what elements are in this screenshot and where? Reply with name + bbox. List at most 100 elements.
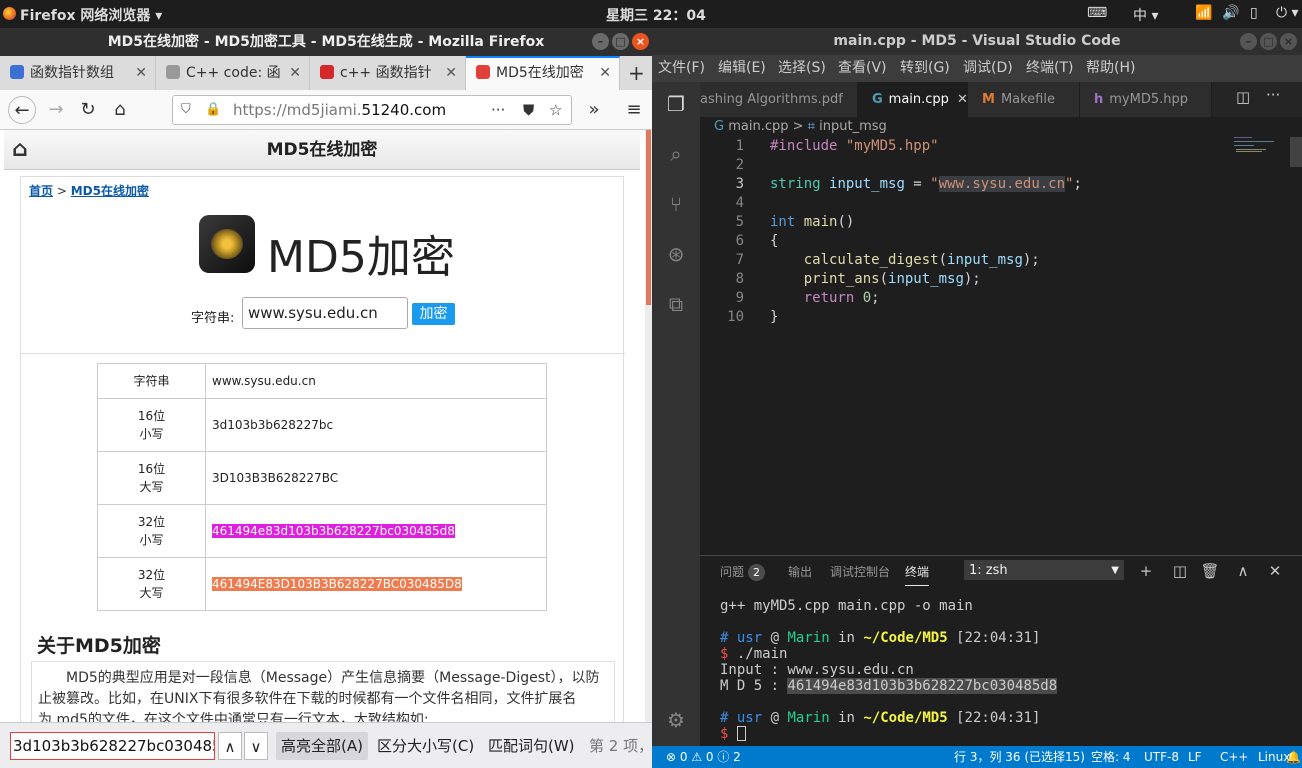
page-actions-icon[interactable]: ··· — [491, 96, 505, 124]
menu-selection[interactable]: 选择(S) — [778, 55, 826, 82]
close-tab-icon[interactable]: ✕ — [445, 56, 457, 90]
notification-bell-icon[interactable]: 🔔 — [1286, 746, 1301, 768]
match-case-toggle[interactable]: 区分大小写(C) — [377, 732, 474, 760]
cursor-position[interactable]: 行 3，列 36 (已选择15) — [954, 746, 1085, 768]
menu-view[interactable]: 查看(V) — [838, 55, 887, 82]
problems-status[interactable]: ⊗ 0 ⚠ 0 ⓘ 2 — [666, 746, 741, 768]
new-tab-button[interactable]: + — [620, 56, 652, 90]
code-line[interactable]: calculate_digest(input_msg); — [770, 251, 1040, 270]
eol-status[interactable]: LF — [1188, 746, 1202, 768]
page-scrollbar-thumb[interactable] — [646, 130, 651, 305]
tab-output[interactable]: 输出 — [788, 556, 812, 588]
overflow-chevron-icon[interactable]: » — [580, 96, 608, 124]
menu-goto[interactable]: 转到(G) — [900, 55, 950, 82]
bookmark-star-icon[interactable]: ☆ — [549, 96, 562, 124]
new-terminal-icon[interactable]: + — [1136, 560, 1156, 582]
value-text[interactable]: 3d103b3b628227bc — [212, 418, 333, 432]
keyboard-icon[interactable]: ⌨ — [1087, 5, 1107, 21]
terminal-select[interactable]: 1: zsh ▼ — [964, 560, 1124, 580]
reload-button[interactable]: ↻ — [74, 96, 102, 124]
find-previous-icon[interactable]: ∧ — [218, 732, 242, 760]
close-panel-icon[interactable]: ✕ — [1265, 560, 1285, 582]
wifi-icon[interactable]: 📶 — [1195, 5, 1212, 21]
maximize-panel-icon[interactable]: ∧ — [1233, 560, 1253, 582]
tab-cpp-code[interactable]: C++ code: 函 ✕ — [156, 56, 310, 90]
tracking-shield-icon[interactable]: ⛉ — [181, 96, 191, 124]
maximize-button[interactable]: □ — [1260, 33, 1277, 50]
tab-cpp-function-pointer[interactable]: c++ 函数指针 ✕ — [310, 56, 466, 90]
hamburger-menu-icon[interactable]: ≡ — [620, 96, 648, 124]
explorer-icon[interactable]: ❐ — [664, 92, 688, 116]
code-line[interactable]: #include "myMD5.hpp" — [770, 137, 939, 156]
lock-icon[interactable]: 🔒 — [205, 96, 221, 124]
find-input[interactable]: 3d103b3b628227bc030485d8 — [10, 732, 215, 760]
close-tab-icon[interactable]: ✕ — [957, 92, 967, 107]
value-text[interactable]: www.sysu.edu.cn — [212, 374, 316, 388]
url-bar[interactable]: ⛉ 🔒 https://md5jiami.51240.com ··· ⛊ ☆ — [172, 95, 572, 125]
home-button[interactable]: ⌂ — [106, 96, 134, 124]
code-line[interactable]: } — [770, 308, 778, 327]
tab-terminal[interactable]: 终端 — [905, 556, 930, 586]
tab-mymd5-hpp[interactable]: h myMD5.hpp — [1080, 82, 1212, 117]
whole-words-toggle[interactable]: 匹配词句(W) — [488, 732, 575, 760]
tab-debug-console[interactable]: 调试控制台 — [830, 556, 890, 588]
encoding-status[interactable]: UTF-8 — [1144, 746, 1179, 768]
terminal-output[interactable]: g++ myMD5.cpp main.cpp -o main # usr @ M… — [720, 598, 1058, 742]
close-tab-icon[interactable]: ✕ — [135, 56, 147, 90]
highlight-all-toggle[interactable]: 高亮全部(A) — [276, 732, 368, 760]
code-line[interactable]: print_ans(input_msg); — [770, 270, 981, 289]
close-button[interactable]: × — [1280, 33, 1297, 50]
clock[interactable]: 星期三 22：04 — [606, 5, 706, 25]
tab-makefile[interactable]: M Makefile — [968, 82, 1080, 117]
row-value[interactable]: 461494e83d103b3b628227bc030485d8 — [205, 504, 547, 558]
language-mode[interactable]: C++ — [1220, 746, 1249, 768]
menu-help[interactable]: 帮助(H) — [1086, 55, 1135, 82]
back-button[interactable]: ← — [8, 96, 36, 124]
tab-hashing-algorithms-pdf[interactable]: ashing Algorithms.pdf — [700, 82, 858, 117]
row-value[interactable]: 3D103B3B628227BC — [205, 451, 547, 505]
minimap[interactable] — [1230, 137, 1290, 177]
value-text[interactable]: 3D103B3B628227BC — [212, 471, 338, 485]
menu-debug[interactable]: 调试(D) — [963, 55, 1013, 82]
value-text-find-highlight[interactable]: 461494e83d103b3b628227bc030485d8 — [212, 524, 455, 538]
breadcrumb-current-link[interactable]: MD5在线加密 — [71, 184, 149, 198]
search-icon[interactable]: ⌕ — [664, 142, 688, 166]
find-next-icon[interactable]: ∨ — [244, 732, 268, 760]
close-tab-icon[interactable]: ✕ — [599, 58, 611, 88]
value-text-find-highlight[interactable]: 461494E83D103B3B628227BC030485D8 — [212, 577, 462, 591]
editor-scrollbar[interactable] — [1290, 137, 1302, 167]
breadcrumb-home-link[interactable]: 首页 — [29, 184, 53, 198]
minimize-button[interactable]: – — [1240, 33, 1257, 50]
minimize-button[interactable]: – — [592, 33, 609, 50]
battery-icon[interactable]: ▯ — [1250, 5, 1258, 21]
menu-edit[interactable]: 编辑(E) — [718, 55, 766, 82]
code-line[interactable]: return 0; — [770, 289, 880, 308]
close-button[interactable]: × — [632, 33, 649, 50]
tab-main-cpp[interactable]: Gmain.cpp ✕ — [858, 82, 968, 117]
kill-terminal-icon[interactable]: 🗑 — [1200, 560, 1220, 582]
maximize-button[interactable]: □ — [612, 33, 629, 50]
breadcrumb-file[interactable]: main.cpp — [728, 119, 788, 134]
more-actions-icon[interactable]: ··· — [1266, 86, 1280, 104]
code-line[interactable]: int main() — [770, 213, 854, 232]
tab-problems[interactable]: 问题 2 — [720, 556, 766, 588]
menu-terminal[interactable]: 终端(T) — [1026, 55, 1073, 82]
row-value[interactable]: 3d103b3b628227bc — [205, 398, 547, 452]
pocket-icon[interactable]: ⛊ — [523, 96, 534, 124]
volume-icon[interactable]: 🔊 — [1222, 5, 1239, 21]
tab-function-pointer-array[interactable]: 函数指针数组 ✕ — [0, 56, 156, 90]
debug-icon[interactable]: ⊛ — [664, 242, 688, 266]
split-terminal-icon[interactable]: ◫ — [1170, 560, 1190, 582]
row-value[interactable]: 461494E83D103B3B628227BC030485D8 — [205, 557, 547, 611]
source-control-icon[interactable]: ⑂ — [664, 192, 688, 216]
close-tab-icon[interactable]: ✕ — [289, 56, 301, 90]
encrypt-button[interactable]: 加密 — [412, 303, 455, 325]
menu-file[interactable]: 文件(F) — [658, 55, 705, 82]
code-line[interactable]: string input_msg = "www.sysu.edu.cn"; — [770, 175, 1082, 194]
indentation-status[interactable]: 空格: 4 — [1091, 746, 1131, 768]
split-editor-icon[interactable]: ◫ — [1236, 88, 1250, 106]
breadcrumb-symbol[interactable]: input_msg — [819, 119, 887, 134]
extensions-icon[interactable]: ⧉ — [664, 292, 688, 316]
firefox-icon[interactable] — [3, 7, 16, 20]
forward-button[interactable]: → — [42, 96, 70, 124]
